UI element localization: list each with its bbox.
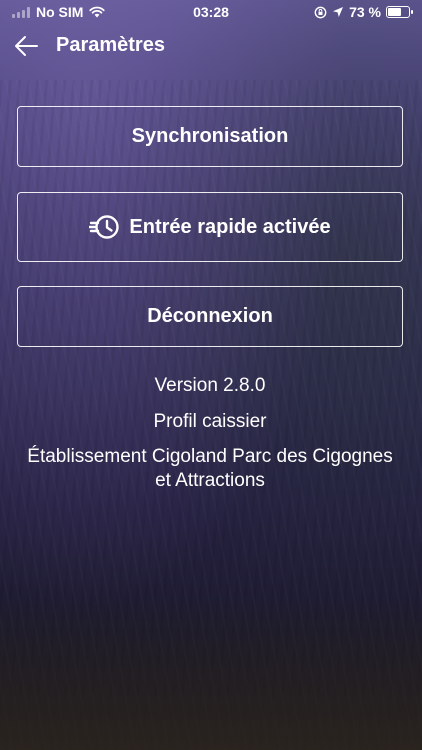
back-button[interactable] xyxy=(8,30,44,62)
establishment-name: Établissement Cigoland Parc des Cigognes… xyxy=(27,446,393,491)
background-ground xyxy=(0,600,422,750)
page-title: Paramètres xyxy=(56,34,165,56)
quick-entry-button-label: Entrée rapide activée xyxy=(129,215,331,238)
sync-button[interactable]: Synchronisation xyxy=(17,106,403,167)
sync-button-label: Synchronisation xyxy=(131,125,289,147)
app-version: Version 2.8.0 xyxy=(154,375,266,396)
navigation-bar: Paramètres xyxy=(0,28,422,64)
status-bar: No SIM 03:28 73 % xyxy=(0,0,422,24)
fast-clock-icon xyxy=(89,215,120,239)
logout-button-label: Déconnexion xyxy=(147,305,273,327)
location-arrow-icon xyxy=(333,7,344,17)
back-arrow-icon xyxy=(15,36,38,56)
status-right: 73 % xyxy=(314,4,413,20)
battery-percent: 73 % xyxy=(349,4,381,20)
logout-button[interactable]: Déconnexion xyxy=(17,286,403,347)
battery-icon xyxy=(386,6,413,18)
orientation-lock-icon xyxy=(314,6,327,18)
user-profile: Profil caissier xyxy=(153,411,267,432)
quick-entry-button[interactable]: Entrée rapide activée xyxy=(17,192,403,262)
battery-level-fill xyxy=(388,8,402,16)
